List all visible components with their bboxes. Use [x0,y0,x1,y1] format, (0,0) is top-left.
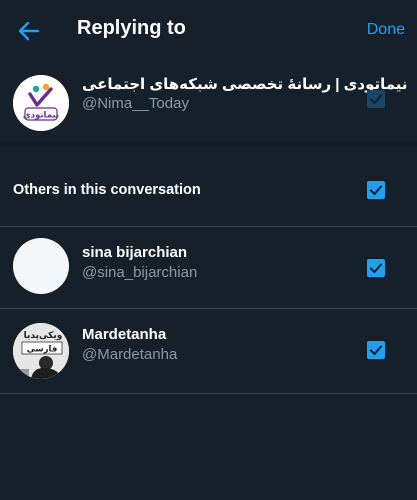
avatar [13,238,69,294]
header: Replying to Done [0,0,417,60]
svg-text:فارسی: فارسی [27,345,58,355]
others-label: Others in this conversation [13,182,201,198]
user-handle: @sina_bijarchian [82,264,198,281]
replying-to-screen: Replying to Done نیماتودی نیماتودی | رسا… [0,0,417,500]
user-handle: @Mardetanha [82,346,178,363]
others-checkbox[interactable] [367,181,385,199]
page-title: Replying to [77,17,186,39]
others-row: Others in this conversation [0,146,417,228]
user-checkbox[interactable] [367,259,385,277]
user-name: نیماتودی | رسانهٔ تخصصی شبکه‌های اجتماعی [82,76,408,93]
checkmark-icon [370,345,382,355]
done-button[interactable]: Done [367,21,405,39]
checkmark-icon [370,94,382,104]
svg-text:ویکی‌پدیا: ویکی‌پدیا [24,331,63,341]
user-name: Mardetanha [82,326,167,343]
checkmark-icon [370,185,382,195]
user-checkbox[interactable] [367,341,385,359]
primary-user-row: نیماتودی نیماتودی | رسانهٔ تخصصی شبکه‌ها… [0,60,417,146]
primary-user-checkbox[interactable] [367,90,385,108]
avatar: نیماتودی [13,75,69,131]
user-photo-icon: ویکی‌پدیا فارسی [13,323,69,379]
avatar: ویکی‌پدیا فارسی [13,323,69,379]
list-item: ویکی‌پدیا فارسی Mardetanha @Mardetanha [0,309,417,393]
list-item: sina bijarchian @sina_bijarchian [0,227,417,307]
user-name: sina bijarchian [82,244,188,261]
back-arrow-icon[interactable] [16,18,42,44]
user-handle: @Nima__Today [82,95,189,112]
svg-text:نیماتودی: نیماتودی [23,111,59,121]
divider [0,393,417,394]
checkmark-icon [370,263,382,273]
nima-today-logo-icon: نیماتودی [13,75,69,131]
